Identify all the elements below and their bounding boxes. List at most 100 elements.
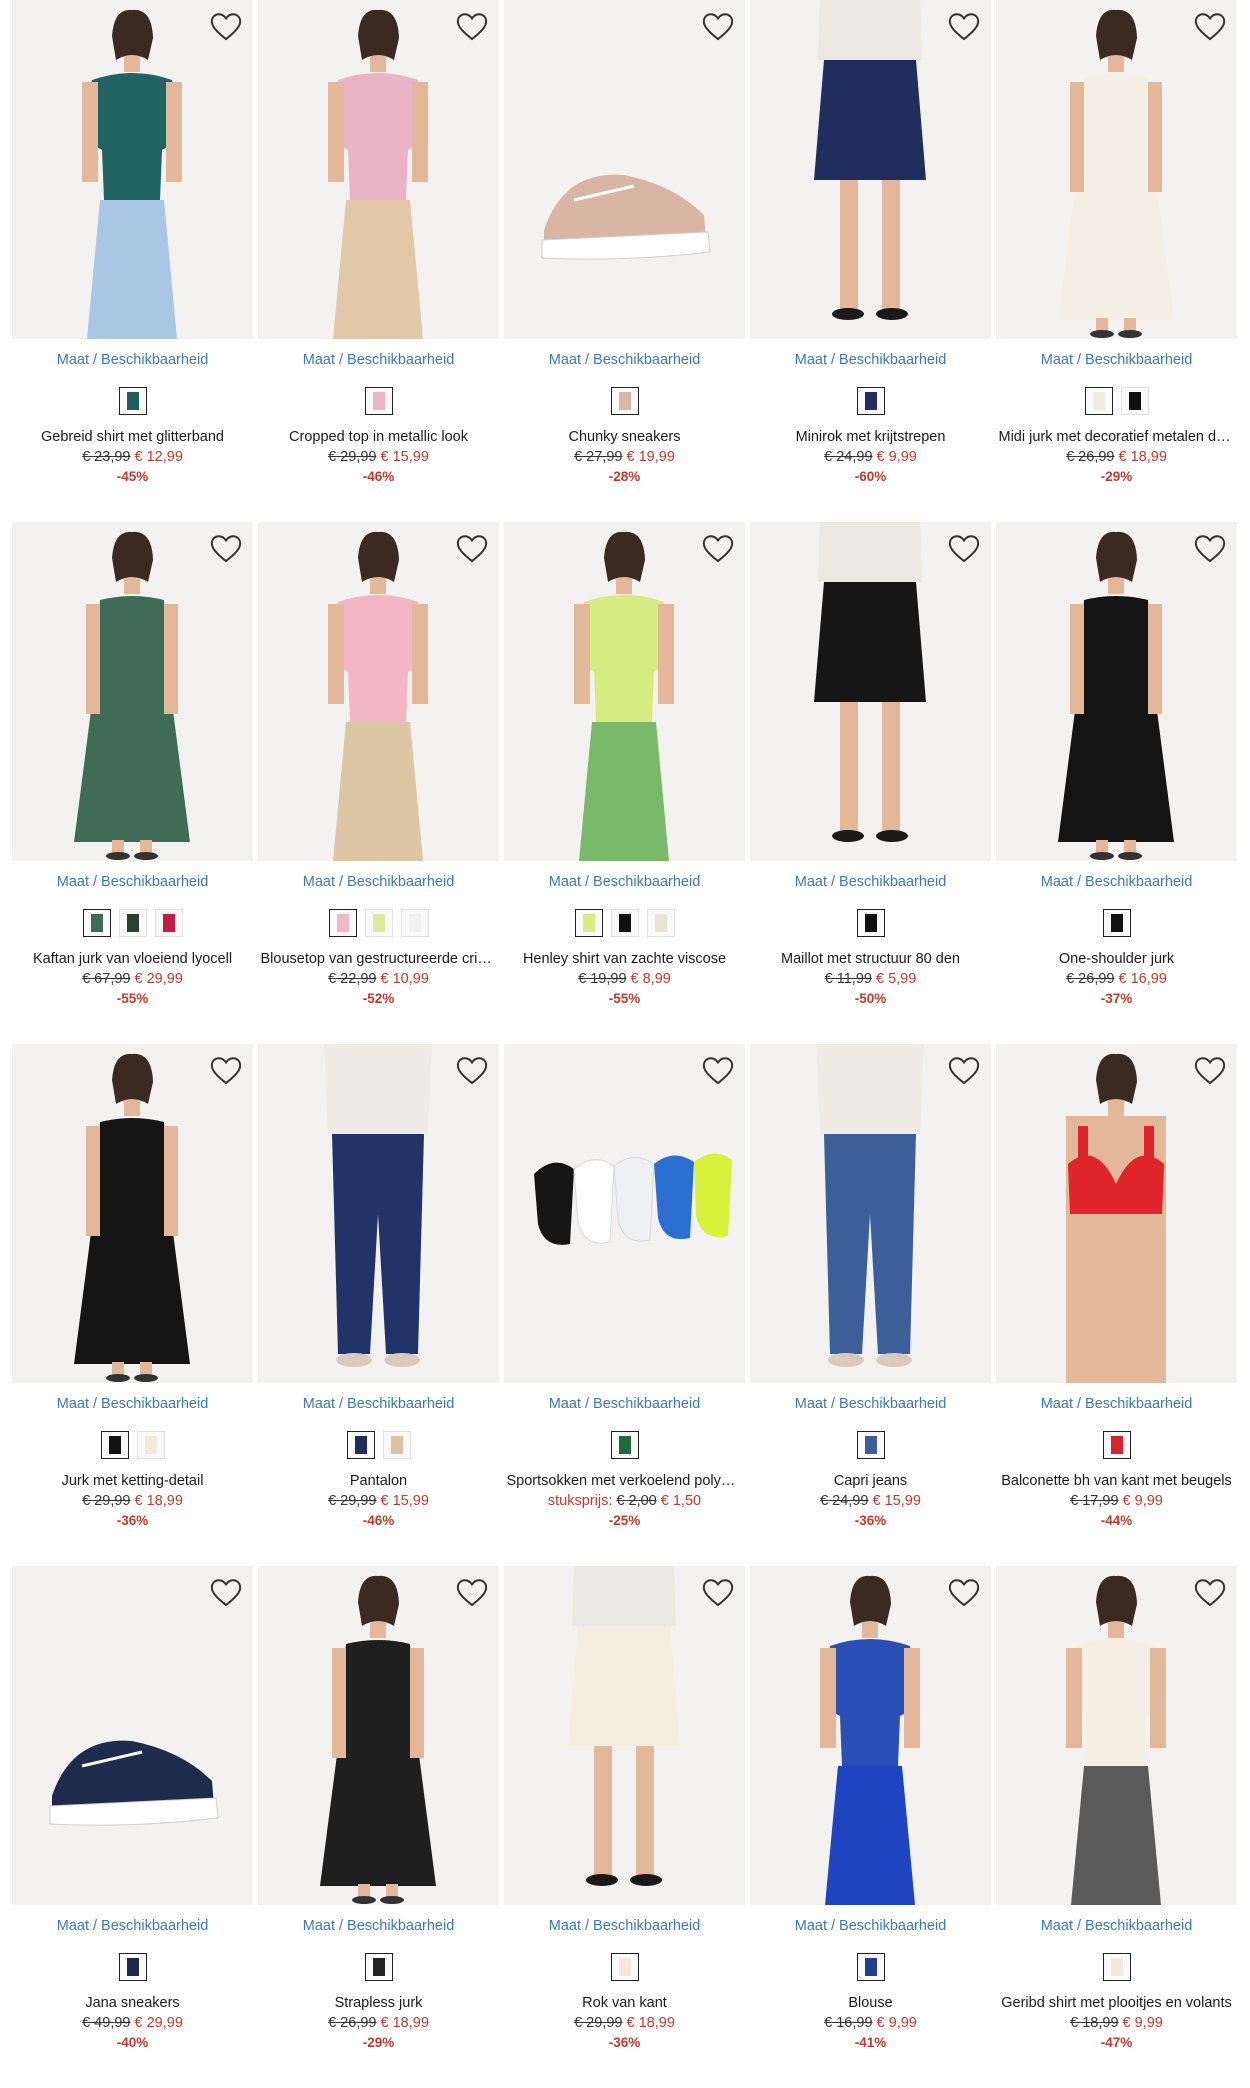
product-image[interactable] — [996, 1044, 1237, 1383]
product-card[interactable]: Maat / Beschikbaarheid Jana sneakers € 4… — [12, 1566, 253, 2088]
product-image[interactable] — [258, 522, 499, 861]
heart-outline-icon[interactable] — [701, 10, 735, 44]
color-swatch[interactable] — [610, 1431, 639, 1459]
color-swatch[interactable] — [856, 1953, 885, 1981]
size-availability-link[interactable]: Maat / Beschikbaarheid — [750, 1917, 991, 1935]
heart-outline-icon[interactable] — [1193, 10, 1227, 44]
size-availability-link[interactable]: Maat / Beschikbaarheid — [258, 351, 499, 369]
color-swatch[interactable] — [610, 387, 639, 415]
product-image[interactable] — [996, 522, 1237, 861]
product-image[interactable] — [504, 1044, 745, 1383]
product-name[interactable]: Kaftan jurk van vloeiend lyocell — [15, 949, 251, 969]
product-card[interactable]: Maat / Beschikbaarheid Maillot met struc… — [750, 522, 991, 1044]
size-availability-link[interactable]: Maat / Beschikbaarheid — [12, 873, 253, 891]
heart-outline-icon[interactable] — [455, 532, 489, 566]
color-swatch[interactable] — [1084, 387, 1113, 415]
heart-outline-icon[interactable] — [701, 1576, 735, 1610]
product-name[interactable]: Maillot met structuur 80 den — [753, 949, 989, 969]
color-swatch[interactable] — [100, 1431, 129, 1459]
product-card[interactable]: Maat / Beschikbaarheid Gebreid shirt met… — [12, 0, 253, 522]
product-image[interactable] — [12, 0, 253, 339]
product-card[interactable]: Maat / Beschikbaarheid Chunky sneakers €… — [504, 0, 745, 522]
color-swatch[interactable] — [328, 909, 357, 937]
color-swatch[interactable] — [382, 1431, 411, 1459]
heart-outline-icon[interactable] — [455, 10, 489, 44]
product-name[interactable]: Sportsokken met verkoelend polyester — [507, 1471, 743, 1491]
heart-outline-icon[interactable] — [1193, 1576, 1227, 1610]
heart-outline-icon[interactable] — [209, 10, 243, 44]
product-image[interactable] — [750, 1044, 991, 1383]
heart-outline-icon[interactable] — [209, 1054, 243, 1088]
product-card[interactable]: Maat / Beschikbaarheid Kaftan jurk van v… — [12, 522, 253, 1044]
product-image[interactable] — [12, 522, 253, 861]
color-swatch[interactable] — [574, 909, 603, 937]
heart-outline-icon[interactable] — [1193, 1054, 1227, 1088]
product-name[interactable]: Cropped top in metallic look — [261, 427, 497, 447]
product-card[interactable]: Maat / Beschikbaarheid Henley shirt van … — [504, 522, 745, 1044]
product-card[interactable]: Maat / Beschikbaarheid One-shoulder jurk… — [996, 522, 1237, 1044]
product-name[interactable]: Chunky sneakers — [507, 427, 743, 447]
color-swatch[interactable] — [118, 387, 147, 415]
color-swatch[interactable] — [646, 909, 675, 937]
product-card[interactable]: Maat / Beschikbaarheid Jurk met ketting-… — [12, 1044, 253, 1566]
heart-outline-icon[interactable] — [701, 532, 735, 566]
product-card[interactable]: Maat / Beschikbaarheid Capri jeans € 24,… — [750, 1044, 991, 1566]
color-swatch[interactable] — [118, 1953, 147, 1981]
size-availability-link[interactable]: Maat / Beschikbaarheid — [12, 351, 253, 369]
size-availability-link[interactable]: Maat / Beschikbaarheid — [996, 1395, 1237, 1413]
product-name[interactable]: Blousetop van gestructureerde crinkle — [261, 949, 497, 969]
product-card[interactable]: Maat / Beschikbaarheid Sportsokken met v… — [504, 1044, 745, 1566]
size-availability-link[interactable]: Maat / Beschikbaarheid — [504, 1395, 745, 1413]
product-image[interactable] — [504, 0, 745, 339]
product-name[interactable]: Blouse — [753, 1993, 989, 2013]
color-swatch[interactable] — [82, 909, 111, 937]
product-name[interactable]: Balconette bh van kant met beugels — [999, 1471, 1235, 1491]
product-name[interactable]: Geribd shirt met plooitjes en volants — [999, 1993, 1235, 2013]
size-availability-link[interactable]: Maat / Beschikbaarheid — [996, 873, 1237, 891]
color-swatch[interactable] — [856, 909, 885, 937]
product-image[interactable] — [258, 0, 499, 339]
product-card[interactable]: Maat / Beschikbaarheid Blouse € 16,99 € … — [750, 1566, 991, 2088]
product-name[interactable]: Pantalon — [261, 1471, 497, 1491]
size-availability-link[interactable]: Maat / Beschikbaarheid — [504, 1917, 745, 1935]
size-availability-link[interactable]: Maat / Beschikbaarheid — [750, 351, 991, 369]
heart-outline-icon[interactable] — [947, 1054, 981, 1088]
product-name[interactable]: Jana sneakers — [15, 1993, 251, 2013]
product-image[interactable] — [750, 1566, 991, 1905]
heart-outline-icon[interactable] — [947, 10, 981, 44]
product-card[interactable]: Maat / Beschikbaarheid Balconette bh van… — [996, 1044, 1237, 1566]
product-image[interactable] — [750, 0, 991, 339]
heart-outline-icon[interactable] — [947, 532, 981, 566]
product-image[interactable] — [12, 1566, 253, 1905]
product-card[interactable]: Maat / Beschikbaarheid Minirok met krijt… — [750, 0, 991, 522]
product-card[interactable]: Maat / Beschikbaarheid Geribd shirt met … — [996, 1566, 1237, 2088]
product-card[interactable]: Maat / Beschikbaarheid Cropped top in me… — [258, 0, 499, 522]
color-swatch[interactable] — [364, 387, 393, 415]
product-name[interactable]: Gebreid shirt met glitterband — [15, 427, 251, 447]
heart-outline-icon[interactable] — [455, 1054, 489, 1088]
product-image[interactable] — [258, 1566, 499, 1905]
color-swatch[interactable] — [364, 909, 393, 937]
size-availability-link[interactable]: Maat / Beschikbaarheid — [12, 1917, 253, 1935]
product-card[interactable]: Maat / Beschikbaarheid Blousetop van ges… — [258, 522, 499, 1044]
color-swatch[interactable] — [856, 1431, 885, 1459]
product-name[interactable]: Capri jeans — [753, 1471, 989, 1491]
heart-outline-icon[interactable] — [209, 532, 243, 566]
product-card[interactable]: Maat / Beschikbaarheid Pantalon € 29,99 … — [258, 1044, 499, 1566]
color-swatch[interactable] — [1120, 387, 1149, 415]
product-image[interactable] — [996, 1566, 1237, 1905]
heart-outline-icon[interactable] — [209, 1576, 243, 1610]
size-availability-link[interactable]: Maat / Beschikbaarheid — [504, 351, 745, 369]
product-name[interactable]: Rok van kant — [507, 1993, 743, 2013]
color-swatch[interactable] — [610, 1953, 639, 1981]
color-swatch[interactable] — [1102, 1953, 1131, 1981]
color-swatch[interactable] — [856, 387, 885, 415]
product-card[interactable]: Maat / Beschikbaarheid Strapless jurk € … — [258, 1566, 499, 2088]
product-name[interactable]: Strapless jurk — [261, 1993, 497, 2013]
size-availability-link[interactable]: Maat / Beschikbaarheid — [258, 873, 499, 891]
heart-outline-icon[interactable] — [1193, 532, 1227, 566]
size-availability-link[interactable]: Maat / Beschikbaarheid — [258, 1395, 499, 1413]
size-availability-link[interactable]: Maat / Beschikbaarheid — [750, 1395, 991, 1413]
size-availability-link[interactable]: Maat / Beschikbaarheid — [750, 873, 991, 891]
product-name[interactable]: Midi jurk met decoratief metalen detail — [999, 427, 1235, 447]
